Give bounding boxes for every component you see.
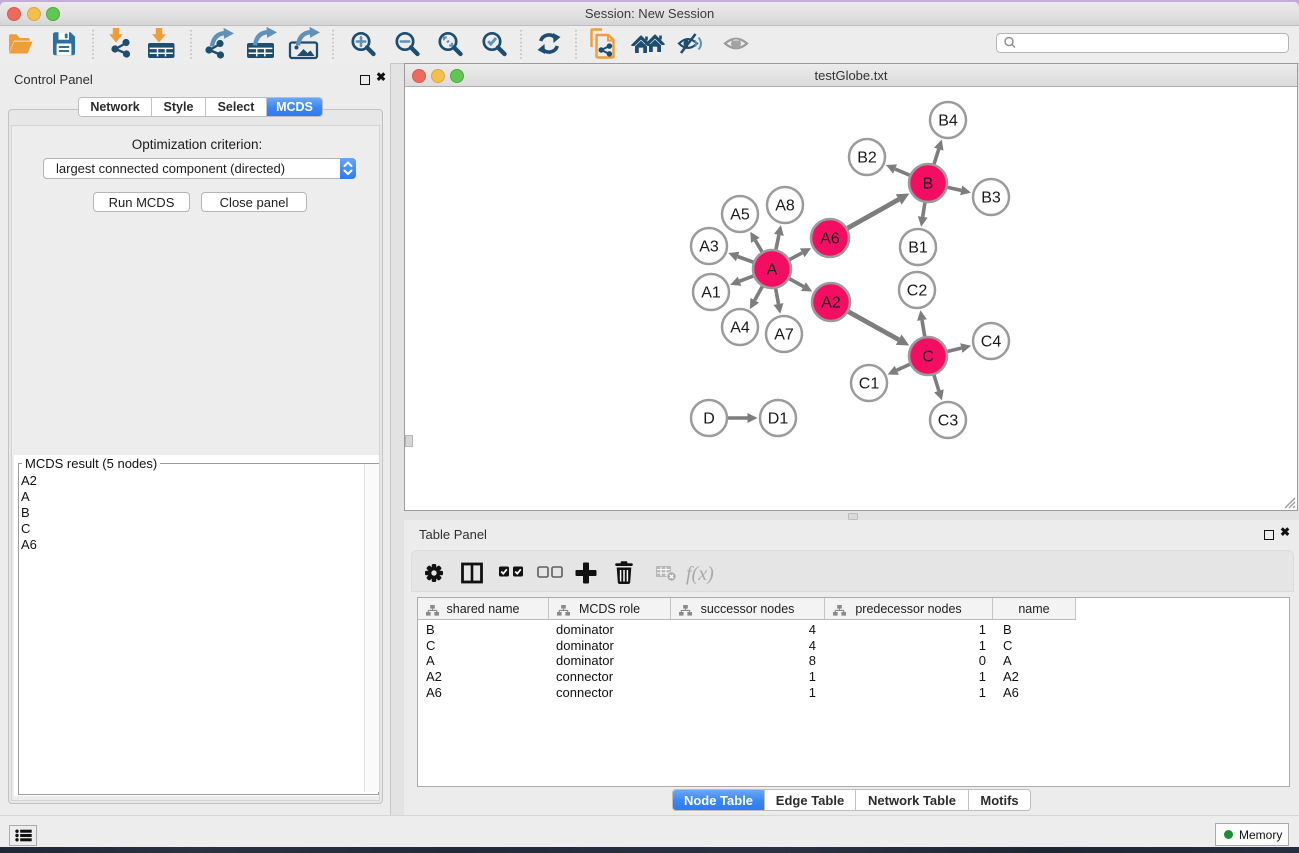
- svg-text:A3: A3: [699, 239, 719, 256]
- svg-text:C1: C1: [859, 376, 880, 393]
- svg-text:D1: D1: [768, 411, 789, 428]
- svg-text:B2: B2: [857, 150, 877, 167]
- svg-text:B: B: [923, 176, 934, 193]
- svg-text:A2: A2: [821, 295, 841, 312]
- svg-text:B4: B4: [938, 113, 958, 130]
- svg-text:A: A: [767, 262, 778, 279]
- svg-text:B1: B1: [908, 240, 928, 257]
- svg-text:C4: C4: [981, 334, 1002, 351]
- svg-text:B3: B3: [981, 190, 1001, 207]
- svg-text:C: C: [922, 349, 934, 366]
- svg-text:C3: C3: [938, 413, 959, 430]
- svg-text:A5: A5: [730, 207, 750, 224]
- svg-text:A1: A1: [701, 285, 721, 302]
- svg-text:A6: A6: [820, 231, 840, 248]
- svg-text:A8: A8: [775, 198, 795, 215]
- svg-text:f(x): f(x): [686, 563, 714, 585]
- svg-text:A4: A4: [730, 320, 750, 337]
- svg-text:C2: C2: [907, 283, 928, 300]
- svg-text:D: D: [703, 411, 715, 428]
- svg-text:A7: A7: [774, 327, 794, 344]
